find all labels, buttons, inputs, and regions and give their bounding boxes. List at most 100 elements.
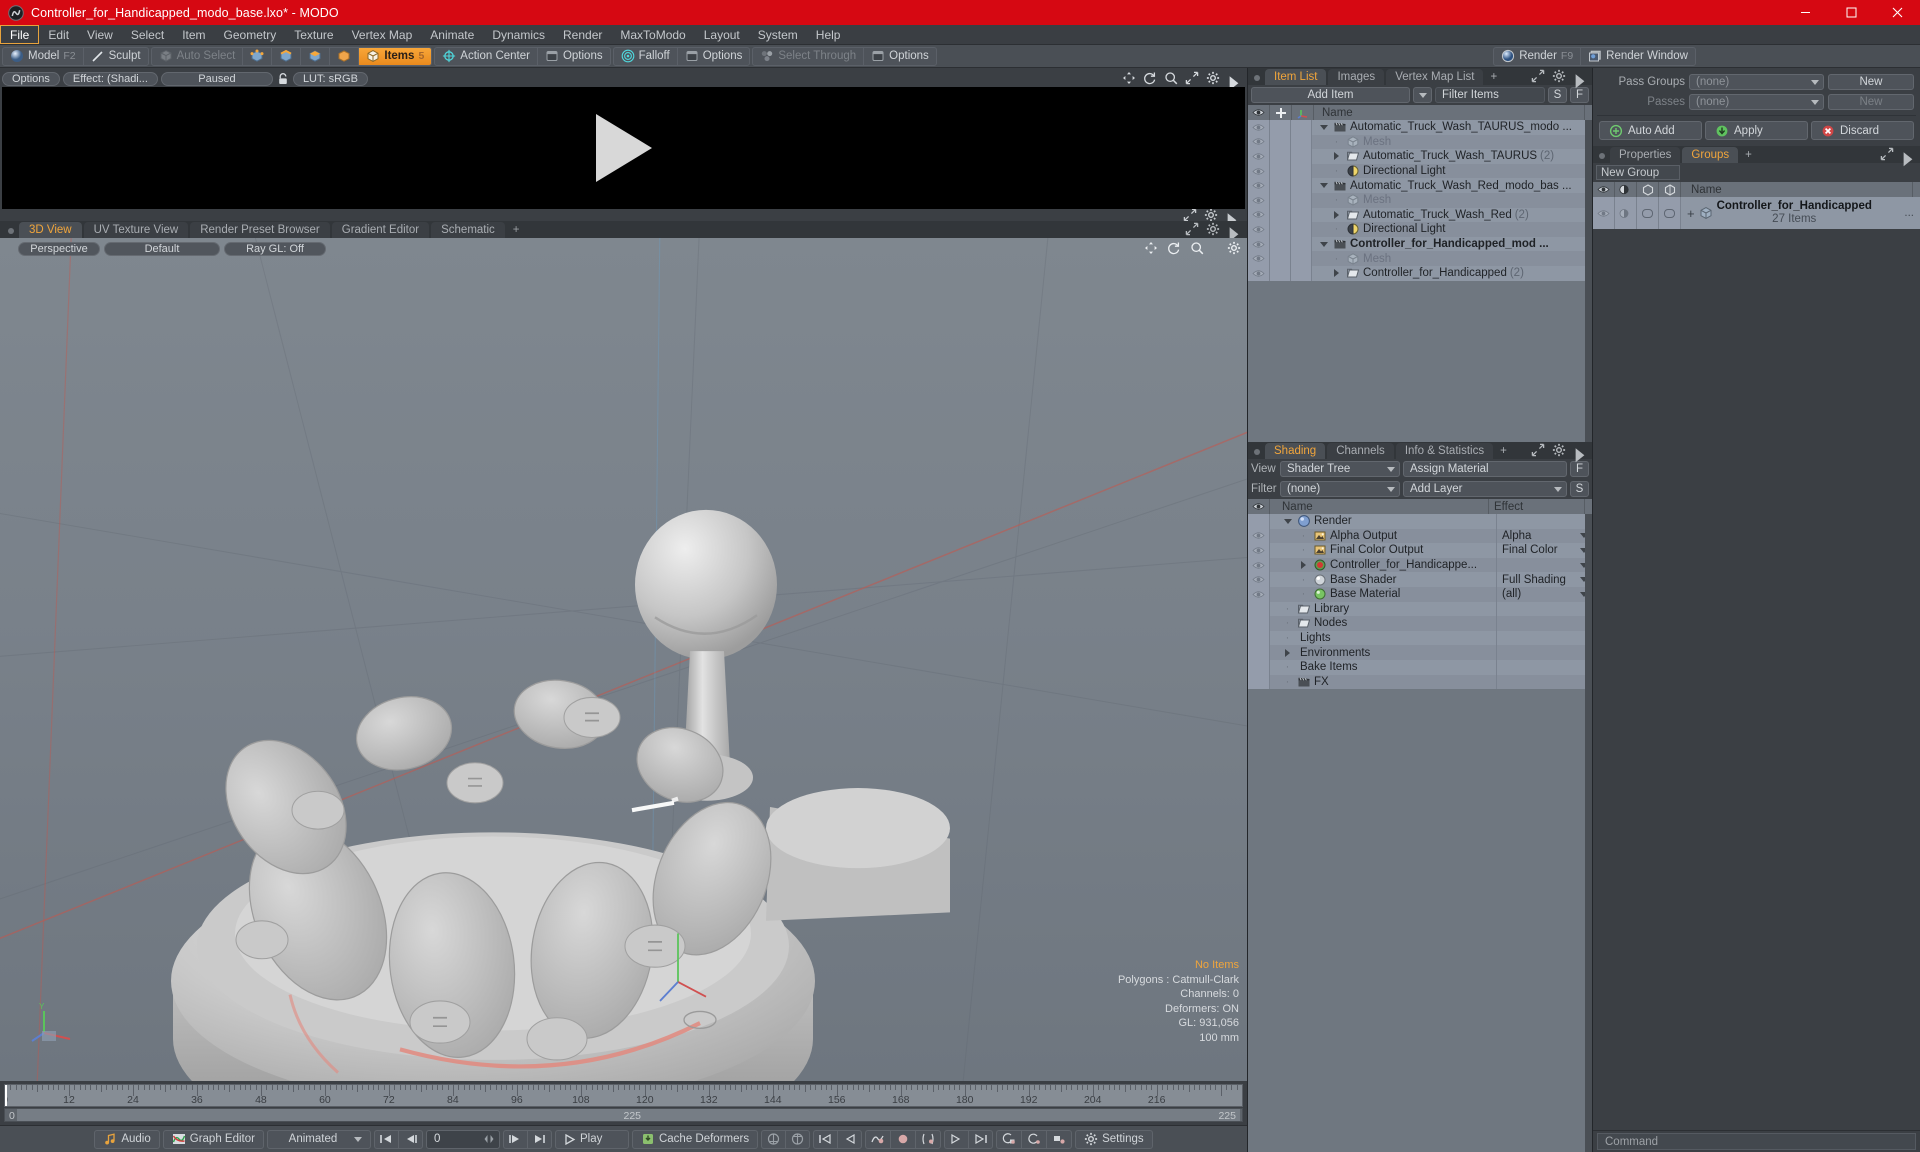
shader-row-visibility-toggle[interactable] <box>1248 616 1270 631</box>
play-arrow-icon-6[interactable] <box>1901 147 1915 167</box>
group-row-render-checkbox[interactable] <box>1637 197 1659 229</box>
row-visibility-toggle[interactable] <box>1248 134 1270 150</box>
item-list-row[interactable]: Automatic_Truck_Wash_TAURUS_modo ... <box>1248 120 1592 135</box>
key-curve-button[interactable] <box>865 1129 891 1149</box>
shader-row-visibility-toggle[interactable] <box>1248 586 1270 602</box>
item-list-row[interactable]: · Directional Light <box>1248 163 1592 179</box>
groups-tree[interactable]: + Controller_for_Handicapped 27 Items ..… <box>1593 197 1920 229</box>
play-arrow-icon[interactable] <box>1227 71 1241 91</box>
expand-toggle-closed[interactable] <box>1330 269 1343 278</box>
discard-button[interactable]: Discard <box>1811 121 1914 140</box>
row-transform-cell[interactable] <box>1291 134 1312 150</box>
shader-tree-row[interactable]: Render <box>1248 514 1592 529</box>
shader-tree-vertical-scrollbar[interactable] <box>1585 514 1592 1152</box>
play-arrow-icon-5[interactable] <box>1573 443 1587 463</box>
shader-tree-row[interactable]: · Final Color Output Final Color <box>1248 543 1592 558</box>
expand-toggle-closed[interactable] <box>1330 210 1343 219</box>
passes-dropdown[interactable]: (none) <box>1689 94 1824 110</box>
go-to-end-button[interactable] <box>526 1129 552 1149</box>
zoom-icon-2[interactable] <box>1190 241 1204 255</box>
item-list-s-button[interactable]: S <box>1548 87 1567 103</box>
add-item-button[interactable]: Add Item <box>1251 87 1410 103</box>
preview-lut-button[interactable]: LUT: sRGB <box>292 71 368 86</box>
tab-gradient-editor[interactable]: Gradient Editor <box>331 222 430 238</box>
tab-groups[interactable]: Groups <box>1682 147 1739 163</box>
shader-row-effect-cell[interactable] <box>1496 659 1592 675</box>
shader-row-visibility-toggle[interactable] <box>1248 528 1270 544</box>
viewport-tab-dot-icon[interactable] <box>8 228 14 234</box>
shader-tree[interactable]: Render · Alpha Output Alpha · Final Color Out… <box>1248 514 1592 1152</box>
menu-edit[interactable]: Edit <box>39 25 78 44</box>
expand-toggle-closed[interactable] <box>1281 648 1294 657</box>
menu-item[interactable]: Item <box>173 25 214 44</box>
auto-add-button[interactable]: Auto Add <box>1599 121 1702 140</box>
material-mode-button[interactable] <box>330 47 360 65</box>
group-row[interactable]: + Controller_for_Handicapped 27 Items ..… <box>1593 197 1920 229</box>
rotate-icon-2[interactable] <box>1167 241 1181 255</box>
tab-add-button[interactable]: + <box>507 222 526 238</box>
row-lock-cell[interactable] <box>1270 134 1291 150</box>
menu-geometry[interactable]: Geometry <box>215 25 286 44</box>
render-button[interactable]: Render F9 <box>1494 47 1582 65</box>
row-transform-cell[interactable] <box>1291 265 1312 281</box>
shader-row-visibility-toggle[interactable] <box>1248 659 1270 675</box>
gear-icon-6[interactable] <box>1552 69 1566 83</box>
preview-effect-button[interactable]: Effect: (Shadi... <box>62 71 158 86</box>
item-list-row[interactable]: · Mesh <box>1248 251 1592 266</box>
action-center-options-button[interactable]: Options <box>538 48 610 65</box>
expand-toggle-open[interactable] <box>1317 241 1330 247</box>
expand-icon-2[interactable] <box>1183 208 1197 222</box>
preview-paused-button[interactable]: Paused <box>160 71 273 86</box>
play-arrow-icon-2[interactable] <box>1225 208 1239 228</box>
item-list-row[interactable]: Controller_for_Handicapped_mod ... <box>1248 236 1592 252</box>
expand-toggle-closed[interactable] <box>1330 152 1343 161</box>
menu-help[interactable]: Help <box>807 25 850 44</box>
render-preview-image[interactable] <box>2 87 1245 209</box>
row-visibility-toggle[interactable] <box>1248 222 1270 237</box>
tab-images[interactable]: Images <box>1328 69 1385 85</box>
row-visibility-toggle[interactable] <box>1248 149 1270 164</box>
pan-icon[interactable] <box>1122 71 1136 85</box>
tab-item-list[interactable]: Item List <box>1265 69 1327 85</box>
shader-row-visibility-toggle[interactable] <box>1248 572 1270 587</box>
gear-icon-4[interactable] <box>1227 241 1241 255</box>
item-list-row[interactable]: · Directional Light <box>1248 222 1592 237</box>
pan-icon-2[interactable] <box>1144 241 1158 255</box>
row-transform-cell[interactable] <box>1291 222 1312 237</box>
shader-tree-row[interactable]: · Alpha Output Alpha <box>1248 528 1592 544</box>
groups-tab-dot-icon[interactable] <box>1599 153 1605 159</box>
viewport-shading-style-button[interactable]: Default <box>104 242 220 256</box>
shader-row-effect-cell[interactable]: Full Shading <box>1496 572 1592 587</box>
audio-button[interactable]: Audio <box>94 1129 160 1149</box>
menu-select[interactable]: Select <box>122 25 173 44</box>
first-key-button[interactable] <box>813 1129 838 1149</box>
zoom-icon[interactable] <box>1164 71 1178 85</box>
item-list-row[interactable]: Automatic_Truck_Wash_TAURUS (2) <box>1248 149 1592 164</box>
key-bracket-button[interactable] <box>915 1129 942 1149</box>
row-lock-cell[interactable] <box>1270 178 1291 193</box>
play-button[interactable]: Play <box>554 1129 629 1149</box>
shader-tree-row[interactable]: · Lights <box>1248 630 1592 646</box>
shader-row-effect-cell[interactable] <box>1496 630 1592 646</box>
row-transform-cell[interactable] <box>1291 163 1312 179</box>
expand-toggle-open[interactable] <box>1317 183 1330 189</box>
expand-icon-4[interactable] <box>1531 69 1545 83</box>
tab-schematic[interactable]: Schematic <box>431 222 505 238</box>
polygon-mode-button[interactable] <box>301 47 331 65</box>
menu-file[interactable]: File <box>0 25 40 44</box>
pass-groups-dropdown[interactable]: (none) <box>1689 74 1824 90</box>
gear-icon-3[interactable] <box>1206 222 1220 236</box>
shading-tab-add[interactable]: + <box>1495 443 1512 459</box>
viewport-3d[interactable]: Perspective Default Ray GL: Off Y No Ite… <box>0 238 1247 1081</box>
expand-icon-6[interactable] <box>1880 147 1894 161</box>
row-visibility-toggle[interactable] <box>1248 236 1270 252</box>
play-arrow-icon-3[interactable] <box>1227 222 1241 242</box>
key-channel-c-button[interactable] <box>1046 1129 1073 1149</box>
viewport-perspective-button[interactable]: Perspective <box>18 242 100 256</box>
row-transform-cell[interactable] <box>1291 120 1312 135</box>
shader-row-visibility-toggle[interactable] <box>1248 514 1270 529</box>
expand-toggle-open[interactable] <box>1317 124 1330 130</box>
shader-tree-row[interactable]: · Bake Items <box>1248 659 1592 675</box>
next-frame-button[interactable] <box>502 1129 527 1149</box>
preview-options-button[interactable]: Options <box>2 71 60 86</box>
